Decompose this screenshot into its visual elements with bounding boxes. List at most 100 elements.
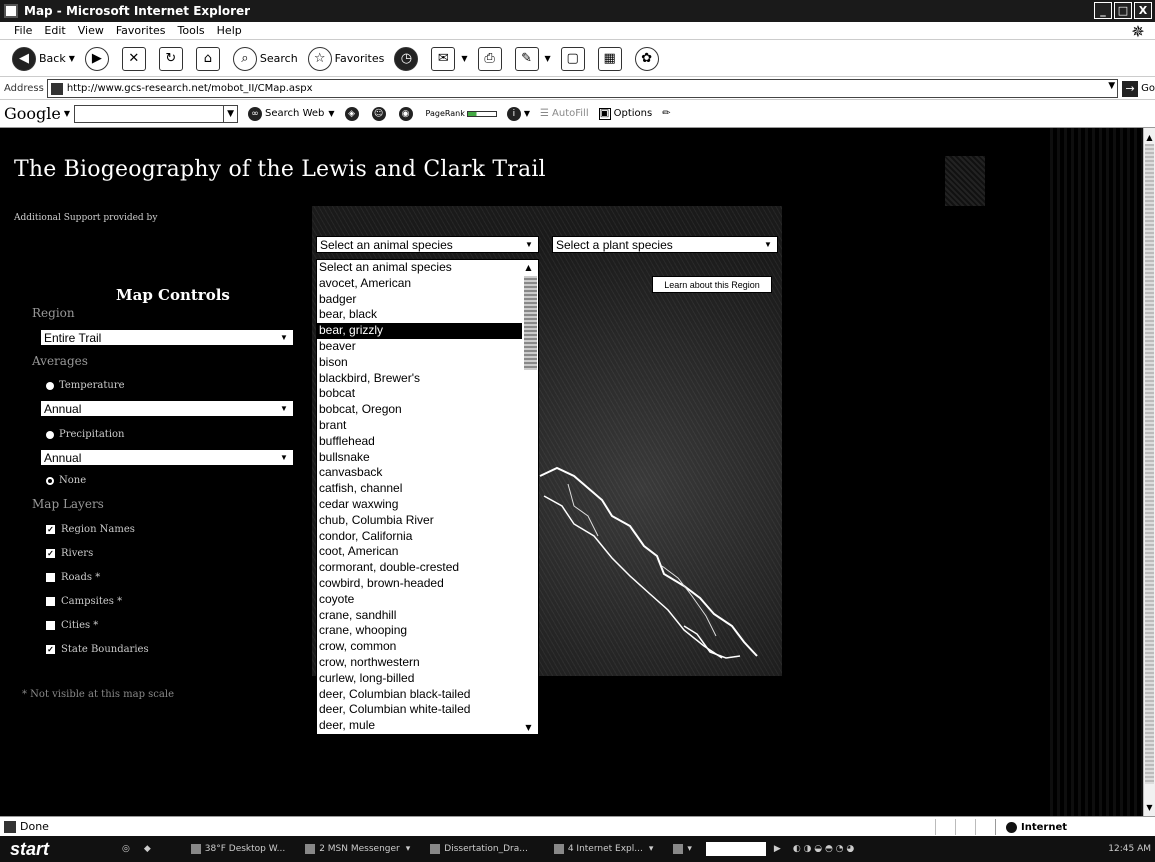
edit-button[interactable]: ✎ ▼ (514, 46, 551, 71)
plant-species-select[interactable]: Select a plant species ▼ (552, 236, 778, 253)
menu-favorites[interactable]: Favorites (116, 24, 166, 37)
list-scroll-up-icon[interactable]: ▲ (523, 260, 534, 274)
news-button[interactable]: ◉ (398, 106, 416, 121)
page-scrollbar[interactable]: ▲ ▼ (1143, 128, 1155, 816)
taskbar-search-box[interactable] (705, 842, 766, 856)
list-item[interactable]: Select an animal species (317, 260, 522, 276)
animal-species-select[interactable]: Select an animal species ▼ (316, 236, 539, 253)
info-button[interactable]: i ▼ (506, 106, 530, 121)
temperature-radio[interactable] (46, 381, 54, 390)
list-item[interactable]: canvasback (317, 465, 522, 481)
precipitation-select[interactable]: Annual ▼ (40, 449, 294, 466)
list-item[interactable]: crow, common (317, 639, 522, 655)
page-scroll-up-icon[interactable]: ▲ (1144, 130, 1155, 144)
list-item[interactable]: condor, California (317, 529, 522, 545)
maximize-button[interactable]: □ (1114, 2, 1132, 19)
quick-launch-ie-icon[interactable]: ◎ (122, 844, 130, 854)
list-item[interactable]: cormorant, double-crested (317, 560, 522, 576)
taskbar-item-internet-explorer[interactable]: 4 Internet Expl... ▾ (553, 844, 653, 854)
close-button[interactable]: X (1134, 2, 1152, 19)
learn-region-button[interactable]: Learn about this Region (652, 276, 772, 293)
list-item[interactable]: cowbird, brown-headed (317, 576, 522, 592)
taskbar-item-dissertation[interactable]: Dissertation_Dra... (430, 844, 528, 854)
search-button[interactable]: ⌕ Search (232, 46, 298, 71)
temperature-dropdown-icon[interactable]: ▼ (277, 402, 291, 415)
state-boundaries-checkbox[interactable]: ✓ (46, 645, 55, 654)
region-select[interactable]: Entire Trail ▼ (40, 329, 294, 346)
quick-launch-icon[interactable]: ◆ (144, 844, 151, 854)
start-button[interactable]: start (0, 836, 60, 862)
layer-region-names[interactable]: ✓ Region Names (46, 524, 135, 535)
discuss-button[interactable]: ▢ (560, 46, 588, 71)
mail-dropdown-icon[interactable]: ▼ (461, 54, 467, 63)
menu-help[interactable]: Help (217, 24, 242, 37)
list-item-highlighted[interactable]: bear, grizzly (317, 323, 522, 339)
list-item[interactable]: chub, Columbia River (317, 513, 522, 529)
refresh-button[interactable]: ↻ (158, 46, 186, 71)
search-web-dropdown-icon[interactable]: ▼ (328, 109, 334, 118)
stop-button[interactable]: ✕ (121, 46, 149, 71)
rivers-checkbox[interactable]: ✓ (46, 549, 55, 558)
menu-view[interactable]: View (78, 24, 104, 37)
print-button[interactable]: ⎙ (477, 46, 505, 71)
list-item[interactable]: bison (317, 355, 522, 371)
search-web-button[interactable]: ∞ Search Web ▼ (248, 106, 335, 121)
page-scroll-down-icon[interactable]: ▼ (1144, 800, 1155, 814)
list-scroll-down-icon[interactable]: ▼ (523, 720, 534, 734)
list-item[interactable]: curlew, long-billed (317, 671, 522, 687)
minimize-button[interactable]: _ (1094, 2, 1112, 19)
address-dropdown-icon[interactable]: ▼ (1108, 81, 1115, 91)
taskbar-item-messenger[interactable]: 2 MSN Messenger ▾ (305, 844, 410, 854)
back-dropdown-icon[interactable]: ▼ (69, 54, 75, 63)
page-scroll-thumb[interactable] (1145, 144, 1154, 784)
edit-dropdown-icon[interactable]: ▼ (545, 54, 551, 63)
none-radio[interactable] (46, 476, 54, 485)
forward-button[interactable]: ▶ (84, 46, 112, 71)
precipitation-option[interactable]: Precipitation (46, 429, 124, 440)
list-item[interactable]: catfish, channel (317, 481, 522, 497)
list-item[interactable]: beaver (317, 339, 522, 355)
precipitation-radio[interactable] (46, 430, 54, 439)
animal-species-list[interactable]: Select an animal species avocet, America… (316, 259, 539, 735)
history-button[interactable]: ◷ (394, 46, 421, 71)
taskbar-item-weather[interactable]: 38°F Desktop W... (190, 844, 285, 854)
list-scrollbar[interactable]: ▲ ▼ (522, 260, 538, 734)
google-menu-dropdown-icon[interactable]: ▼ (64, 109, 70, 118)
autofill-button[interactable]: ☰ AutoFill (540, 108, 589, 119)
research-button[interactable]: ▦ (597, 46, 625, 71)
list-item[interactable]: deer, Columbian black-tailed (317, 687, 522, 703)
cities-checkbox[interactable] (46, 621, 55, 630)
temperature-select[interactable]: Annual ▼ (40, 400, 294, 417)
precipitation-dropdown-icon[interactable]: ▼ (277, 451, 291, 464)
menu-edit[interactable]: Edit (44, 24, 65, 37)
system-tray-icons[interactable]: ◐ ◑ ◒ ◓ ◔ ◕ (793, 844, 854, 854)
list-item[interactable]: cedar waxwing (317, 497, 522, 513)
list-item[interactable]: deer, Columbian white-tailed (317, 702, 522, 718)
list-item[interactable]: bufflehead (317, 434, 522, 450)
pagerank-indicator[interactable]: PageRank (426, 109, 497, 118)
popup-blocker-button[interactable]: ☺ (371, 106, 389, 121)
campsites-checkbox[interactable] (46, 597, 55, 606)
google-search-dropdown-icon[interactable]: ▼ (224, 104, 239, 123)
region-dropdown-icon[interactable]: ▼ (277, 331, 291, 344)
list-scroll-thumb[interactable] (524, 276, 537, 370)
favorites-button[interactable]: ☆ Favorites (307, 46, 384, 71)
list-item[interactable]: blackbird, Brewer's (317, 371, 522, 387)
messenger-button[interactable]: ✿ (634, 46, 662, 71)
layer-campsites[interactable]: Campsites * (46, 596, 122, 607)
language-bar[interactable]: ▾ (673, 844, 692, 854)
address-input[interactable]: http://www.gcs-research.net/mobot_II/CMa… (46, 79, 1119, 98)
list-item[interactable]: avocet, American (317, 276, 522, 292)
back-button[interactable]: ◀ Back ▼ (12, 46, 75, 71)
go-button[interactable]: → Go (1122, 80, 1155, 97)
list-item[interactable]: crow, northwestern (317, 655, 522, 671)
home-button[interactable]: ⌂ (195, 46, 223, 71)
list-item[interactable]: crane, sandhill (317, 608, 522, 624)
info-dropdown-icon[interactable]: ▼ (524, 109, 530, 118)
animal-dropdown-icon[interactable]: ▼ (522, 238, 536, 251)
expand-tray-icon[interactable]: ▶ (774, 844, 781, 854)
list-item[interactable]: coyote (317, 592, 522, 608)
google-search-input[interactable] (74, 104, 225, 123)
options-button[interactable]: ▣ Options (598, 107, 652, 120)
list-item[interactable]: badger (317, 292, 522, 308)
